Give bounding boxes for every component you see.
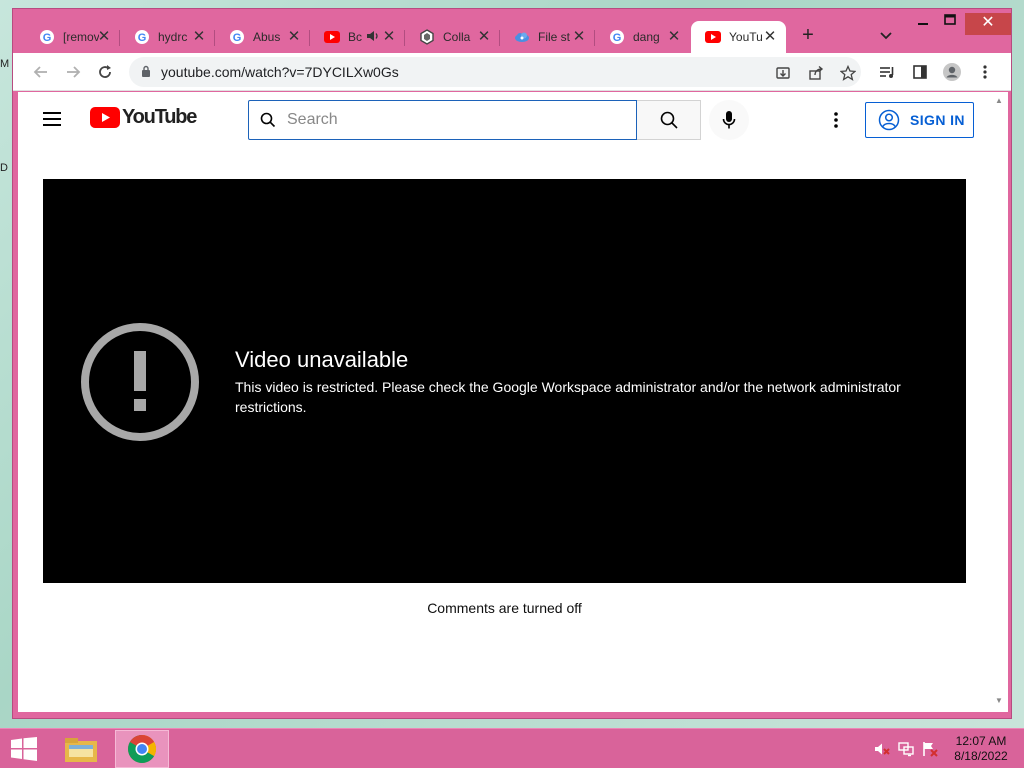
svg-text:G: G	[138, 32, 147, 44]
volume-muted-icon[interactable]	[874, 741, 890, 757]
google-g-icon: G	[609, 29, 625, 45]
youtube-header: YouTube SIGN IN	[18, 92, 990, 148]
extension-icon	[419, 29, 435, 45]
youtube-logo[interactable]: YouTube	[90, 106, 197, 129]
tab-close-icon[interactable]: ✕	[762, 29, 778, 45]
youtube-icon	[705, 29, 721, 45]
tab-title: Bc	[348, 30, 362, 44]
chrome-icon[interactable]	[115, 730, 169, 768]
tab-close-icon[interactable]: ✕	[571, 29, 587, 45]
tab-title: hydrc	[158, 30, 188, 44]
minimize-button[interactable]	[908, 13, 938, 35]
google-g-icon: G	[39, 29, 55, 45]
share-icon[interactable]	[804, 61, 828, 85]
tab-strip: G [removed] ✕ G hydrc ✕ G Abus ✕	[13, 9, 1011, 53]
clock-date: 8/18/2022	[954, 749, 1008, 763]
tab-title: File st	[538, 30, 571, 44]
tab-close-icon[interactable]: ✕	[96, 29, 112, 45]
address-bar[interactable]: youtube.com/watch?v=7DYCILXw0Gs	[129, 57, 861, 87]
tab-search-chevron-icon[interactable]	[877, 27, 895, 45]
tab-1[interactable]: G [removed] ✕	[25, 21, 120, 53]
tab-6[interactable]: File st ✕	[500, 21, 595, 53]
tab-close-icon[interactable]: ✕	[286, 29, 302, 45]
tab-3[interactable]: G Abus ✕	[215, 21, 310, 53]
reload-icon[interactable]	[93, 60, 117, 84]
sign-in-label: SIGN IN	[910, 112, 965, 128]
google-g-icon: G	[134, 29, 150, 45]
vertical-scrollbar[interactable]: ▲ ▼	[990, 92, 1008, 712]
search-icon	[660, 111, 678, 129]
tab-title: Abus	[253, 30, 281, 44]
clock-time: 12:07 AM	[955, 734, 1007, 748]
install-app-icon[interactable]	[771, 61, 795, 85]
search-box[interactable]	[248, 100, 637, 140]
voice-search-button[interactable]	[709, 100, 749, 140]
youtube-wordmark: YouTube	[122, 106, 197, 128]
scroll-down-arrow-icon[interactable]: ▼	[994, 696, 1004, 706]
search-icon	[259, 111, 277, 134]
action-center-flag-icon[interactable]	[922, 741, 938, 757]
tab-title: dang	[633, 30, 660, 44]
warning-exclamation-icon	[81, 323, 199, 441]
desktop-icon-label-fragment: M	[0, 58, 10, 70]
tab-title: Colla	[443, 30, 471, 44]
tab-5[interactable]: Colla ✕	[405, 21, 500, 53]
settings-more-icon[interactable]	[824, 108, 848, 132]
tab-title: YouTu	[729, 30, 763, 44]
tab-8-active[interactable]: YouTu ✕	[691, 21, 786, 53]
sign-in-button[interactable]: SIGN IN	[865, 102, 974, 138]
video-player[interactable]: Video unavailable This video is restrict…	[43, 179, 966, 583]
tab-close-icon[interactable]: ✕	[191, 29, 207, 45]
forward-arrow-icon[interactable]	[61, 60, 85, 84]
guide-menu-icon[interactable]	[40, 108, 64, 132]
maximize-button[interactable]	[935, 13, 965, 35]
taskbar: 12:07 AM 8/18/2022	[0, 728, 1024, 768]
svg-text:G: G	[613, 32, 622, 44]
back-arrow-icon[interactable]	[29, 60, 53, 84]
account-circle-icon	[878, 109, 900, 131]
browser-toolbar: youtube.com/watch?v=7DYCILXw0Gs	[13, 53, 1011, 91]
audio-playing-icon[interactable]	[366, 29, 380, 46]
url-text[interactable]: youtube.com/watch?v=7DYCILXw0Gs	[161, 64, 399, 80]
media-control-icon[interactable]	[875, 60, 899, 84]
google-g-icon: G	[229, 29, 245, 45]
lock-icon[interactable]	[141, 65, 151, 83]
search-button[interactable]	[637, 100, 701, 140]
network-icon[interactable]	[898, 741, 914, 757]
bookmark-star-icon[interactable]	[836, 61, 860, 85]
file-explorer-icon[interactable]	[54, 730, 108, 768]
tab-2[interactable]: G hydrc ✕	[120, 21, 215, 53]
youtube-icon	[324, 29, 340, 45]
profile-avatar-icon[interactable]	[940, 60, 964, 84]
browser-window: G [removed] ✕ G hydrc ✕ G Abus ✕	[12, 8, 1012, 719]
svg-text:G: G	[43, 32, 52, 44]
comments-status: Comments are turned off	[427, 600, 582, 616]
tab-close-icon[interactable]: ✕	[666, 29, 682, 45]
side-panel-icon[interactable]	[908, 60, 932, 84]
tab-close-icon[interactable]: ✕	[381, 29, 397, 45]
search-input[interactable]	[287, 107, 627, 133]
tab-close-icon[interactable]: ✕	[476, 29, 492, 45]
system-clock[interactable]: 12:07 AM 8/18/2022	[944, 734, 1018, 764]
error-title: Video unavailable	[235, 347, 409, 372]
page-viewport: YouTube SIGN IN	[18, 92, 990, 712]
new-tab-button[interactable]: +	[797, 25, 819, 47]
cloud-icon	[514, 29, 530, 45]
desktop-icon-label-fragment: D	[0, 162, 8, 174]
windows-start-icon[interactable]	[10, 737, 38, 761]
tab-7[interactable]: G dang ✕	[595, 21, 690, 53]
microphone-icon	[722, 111, 736, 129]
browser-menu-icon[interactable]	[973, 60, 997, 84]
scroll-up-arrow-icon[interactable]: ▲	[994, 96, 1004, 106]
close-window-button[interactable]: ✕	[965, 13, 1011, 35]
tab-title: [removed]	[63, 30, 99, 44]
error-message: This video is restricted. Please check t…	[235, 379, 901, 415]
youtube-play-logo-icon	[90, 107, 120, 128]
tab-4[interactable]: Bc ✕	[310, 21, 405, 53]
svg-text:G: G	[233, 32, 242, 44]
